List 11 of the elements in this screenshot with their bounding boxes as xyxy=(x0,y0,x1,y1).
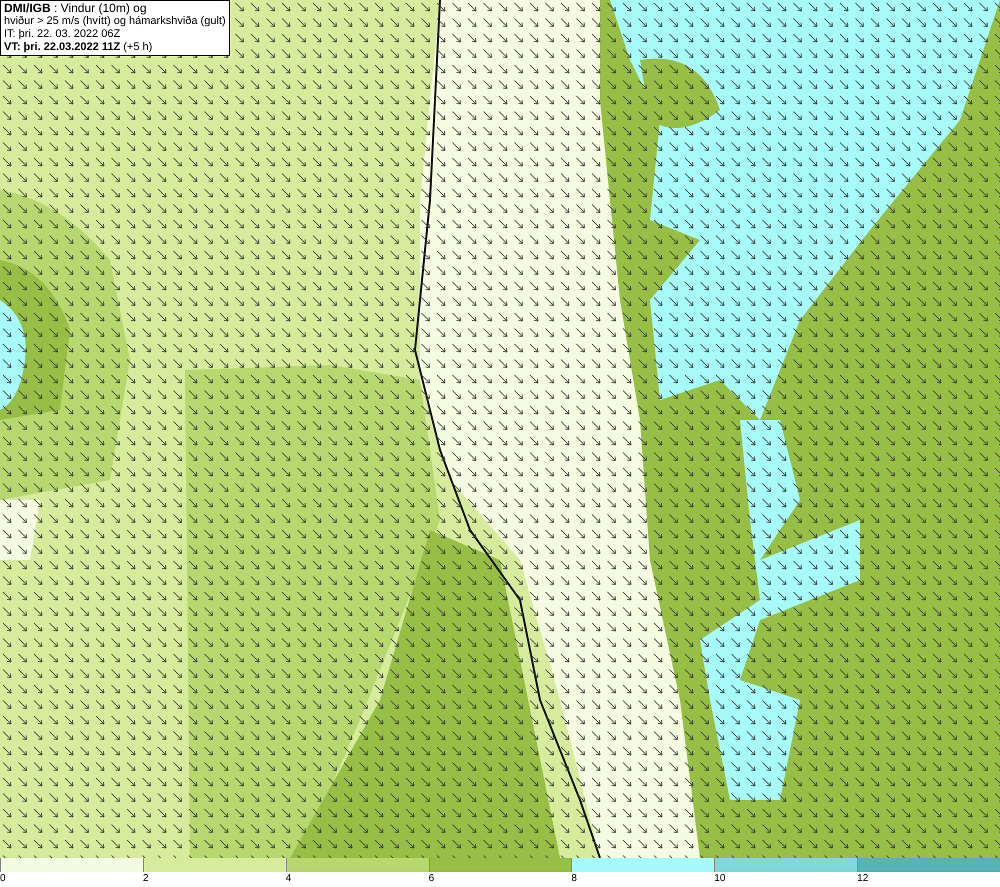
legend-text: hviður > 25 m/s (hvítt) og hámarkshviða (gult) xyxy=(4,15,226,28)
scale-label: 12 xyxy=(857,872,868,886)
scale-label: 6 xyxy=(428,872,434,886)
scale-label: 0 xyxy=(0,872,6,886)
scale-label: 4 xyxy=(286,872,292,886)
legend-text: IT: þri. 22. 03. 2022 06Z xyxy=(4,28,122,41)
scale-label: 10 xyxy=(714,872,726,886)
legend-text: VT: þri. 22.03.2022 11Z (+5 h) xyxy=(4,41,154,54)
legend-text: DMI/IGB : Vindur (10m) og xyxy=(4,2,148,15)
scale-label: 2 xyxy=(142,872,148,886)
scale-label: 8 xyxy=(571,872,577,886)
